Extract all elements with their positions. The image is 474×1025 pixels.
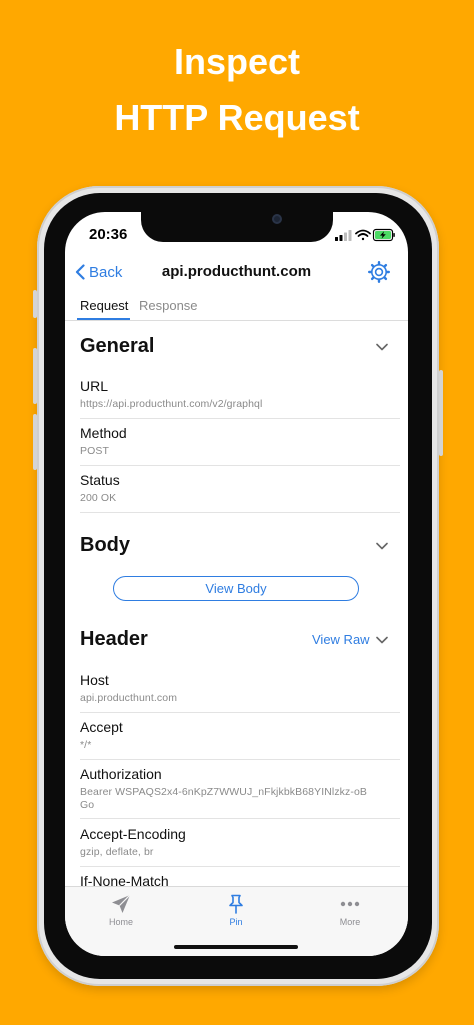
row-value-line-1: Bearer WSPAQS2x4-6nKpZ7WWUJ_nFkjkbkB68YI… — [80, 786, 368, 798]
row-value: */* — [80, 739, 92, 751]
tab-selected-indicator — [77, 318, 130, 320]
battery-charging-icon — [372, 228, 395, 242]
home-indicator — [174, 945, 298, 949]
gear-icon[interactable] — [368, 261, 390, 283]
tabbar-item-home[interactable]: Home — [91, 893, 151, 927]
general-row-method[interactable]: Method POST — [80, 424, 400, 466]
wifi-icon — [355, 229, 371, 241]
phone-silent-switch — [33, 290, 37, 318]
row-label: Status — [80, 472, 120, 488]
status-indicators — [335, 228, 395, 242]
paper-plane-icon — [112, 894, 131, 913]
row-label: Authorization — [80, 766, 162, 782]
general-row-status[interactable]: Status 200 OK — [80, 471, 400, 513]
row-label: Accept-Encoding — [80, 826, 186, 842]
chevron-down-icon[interactable] — [375, 539, 389, 553]
header-row-host[interactable]: Host api.producthunt.com — [80, 671, 400, 713]
view-raw-button[interactable]: View Raw — [312, 632, 370, 647]
tab-request[interactable]: Request — [80, 298, 128, 313]
headline-line-2: HTTP Request — [114, 97, 360, 138]
tabbar-item-more[interactable]: More — [320, 893, 380, 927]
status-time: 20:36 — [89, 226, 128, 243]
row-label: Accept — [80, 719, 123, 735]
pin-icon — [229, 894, 243, 914]
row-label: Host — [80, 672, 109, 688]
row-value: POST — [80, 445, 109, 457]
phone-volume-up — [33, 348, 37, 404]
front-camera — [272, 214, 282, 224]
row-label: Method — [80, 425, 127, 441]
chevron-down-icon[interactable] — [375, 340, 389, 354]
tabbar-item-pin[interactable]: Pin — [206, 893, 266, 927]
tabbar-label: Home — [108, 917, 133, 927]
phone-power-button — [439, 370, 443, 456]
nav-title: api.producthunt.com — [161, 263, 312, 280]
tabbar-label: More — [339, 917, 361, 927]
view-body-button[interactable]: View Body — [113, 576, 359, 601]
tabbar-label: Pin — [229, 917, 243, 927]
tab-response[interactable]: Response — [139, 298, 198, 313]
more-dots-icon — [340, 901, 360, 907]
header-row-authorization[interactable]: Authorization Bearer WSPAQS2x4-6nKpZ7WWU… — [80, 765, 400, 819]
section-title-body: Body — [80, 534, 130, 556]
header-row-accept[interactable]: Accept */* — [80, 718, 400, 760]
chevron-down-icon[interactable] — [375, 633, 389, 647]
section-title-header: Header — [80, 628, 148, 650]
phone-volume-down — [33, 414, 37, 470]
row-value: gzip, deflate, br — [80, 846, 154, 858]
request-response-tabs: Request Response — [65, 290, 408, 321]
row-value-line-2: Go — [80, 799, 95, 811]
row-value: 200 OK — [80, 492, 117, 504]
row-value: api.producthunt.com — [80, 692, 178, 704]
general-row-url[interactable]: URL https://api.producthunt.com/v2/graph… — [80, 377, 400, 419]
signal-icon — [335, 230, 352, 241]
phone-notch — [141, 212, 333, 242]
row-label: URL — [80, 378, 109, 394]
header-row-accept-encoding[interactable]: Accept-Encoding gzip, deflate, br — [80, 825, 400, 867]
row-value: https://api.producthunt.com/v2/graphql — [80, 398, 263, 410]
phone-screen: 20:36 Back api.producthunt.com Request R… — [65, 212, 408, 956]
headline-line-1: Inspect — [173, 41, 301, 82]
section-title-general: General — [80, 335, 155, 357]
